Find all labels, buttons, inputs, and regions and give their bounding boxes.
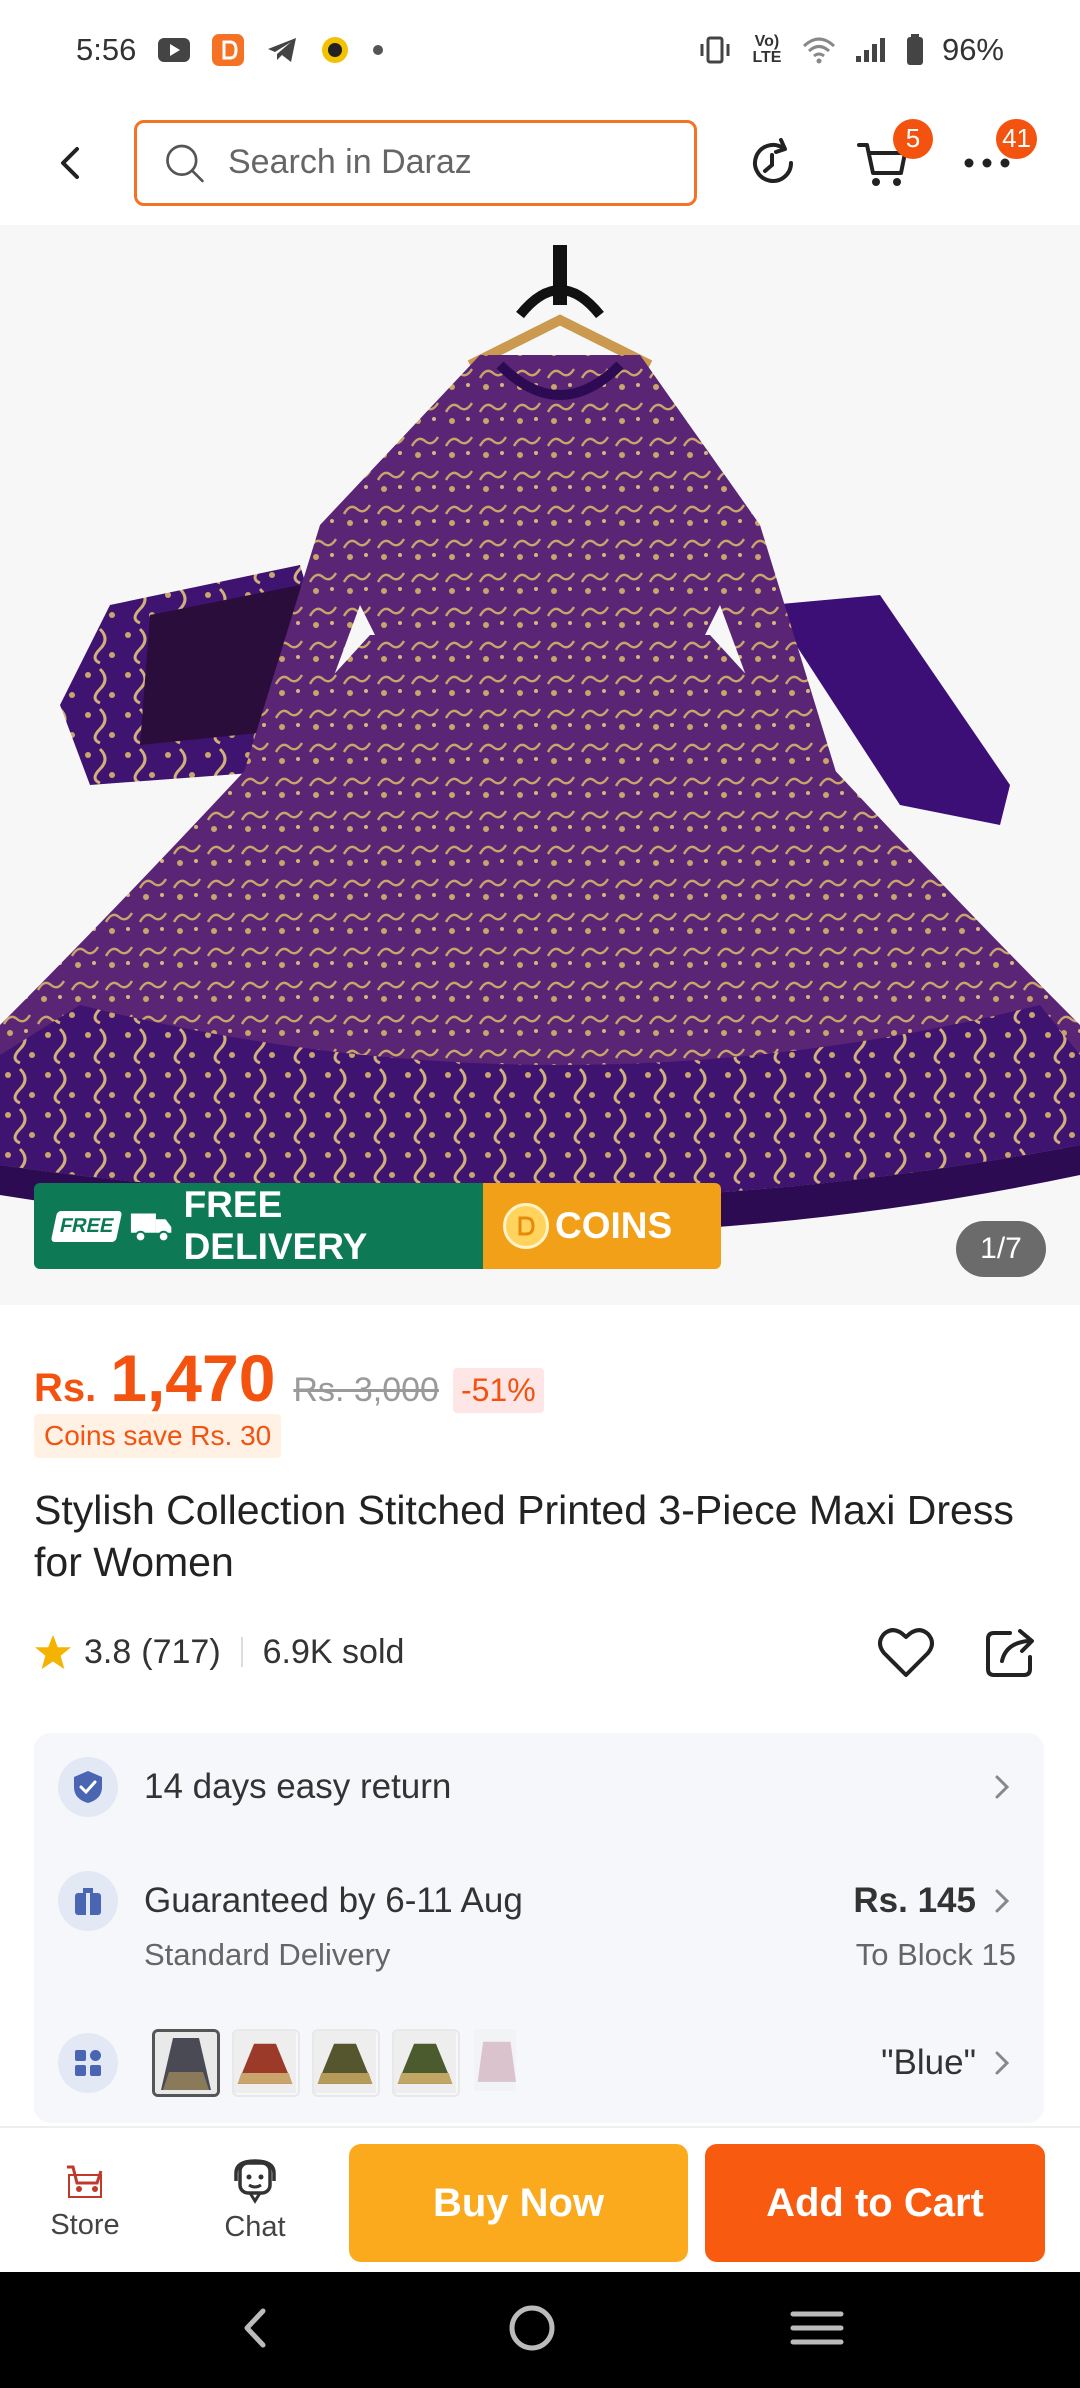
store-button[interactable]: Store xyxy=(0,2159,170,2242)
original-price: Rs. 3,000 xyxy=(293,1371,439,1409)
coins-save-badge: Coins save Rs. 30 xyxy=(34,1414,282,1458)
share-icon xyxy=(986,1629,1034,1677)
share-button[interactable] xyxy=(980,1622,1044,1682)
store-label: Store xyxy=(50,2208,120,2241)
vibrate-icon xyxy=(698,36,732,64)
chat-button[interactable]: Chat xyxy=(170,2157,340,2244)
image-counter: 1/7 xyxy=(956,1221,1046,1277)
telegram-icon xyxy=(266,36,298,64)
delivery-truck-icon xyxy=(131,1213,172,1243)
delivery-type-text: Standard Delivery xyxy=(144,1937,391,1972)
search-bar[interactable] xyxy=(134,119,697,206)
bottom-action-bar: Store Chat Buy Now Add to Cart xyxy=(0,2126,1080,2272)
delivery-box-icon xyxy=(58,1871,118,1931)
return-policy-text: 14 days easy return xyxy=(144,1767,452,1806)
price-value: 1,470 xyxy=(110,1341,276,1415)
wifi-icon xyxy=(802,36,836,64)
buy-now-button[interactable]: Buy Now xyxy=(349,2144,688,2262)
rating-divider xyxy=(240,1637,243,1667)
status-bar: 5:56 Vo) LTE 96% xyxy=(0,0,1080,100)
more-notifications-dot-icon xyxy=(372,44,384,56)
coins-badge: COINS xyxy=(483,1183,721,1269)
delivery-row[interactable]: Guaranteed by 6-11 Aug Standard Delivery… xyxy=(58,1871,1020,1975)
notification-app-icon xyxy=(320,35,350,65)
wishlist-button[interactable] xyxy=(874,1622,938,1682)
product-photo xyxy=(0,225,1080,1305)
volte-label: Vo) LTE xyxy=(752,33,782,66)
status-right: Vo) LTE 96% xyxy=(698,32,1004,68)
chevron-right-icon xyxy=(995,2051,1010,2075)
daraz-app-icon xyxy=(212,34,245,66)
variants-grid-icon xyxy=(58,2033,118,2093)
messages-count-badge: 41 xyxy=(996,118,1037,159)
service-info-card: 14 days easy return Guaranteed by 6-11 A… xyxy=(34,1733,1044,2123)
chat-agent-icon xyxy=(234,2158,276,2204)
search-icon xyxy=(166,144,204,182)
nav-recents-icon xyxy=(790,2311,844,2344)
shipping-destination: To Block 15 xyxy=(855,1937,1016,1972)
coins-label: COINS xyxy=(555,1205,673,1246)
chat-label: Chat xyxy=(224,2210,286,2243)
product-image-gallery[interactable]: FREE FREE DELIVERY COINS 1/7 xyxy=(0,225,1080,1305)
nav-back-icon xyxy=(244,2308,266,2347)
system-nav-bar xyxy=(0,2272,1080,2388)
free-tag-label: FREE xyxy=(50,1210,123,1242)
sold-count: 6.9K sold xyxy=(262,1632,405,1671)
cart-button[interactable]: 5 xyxy=(843,118,933,203)
history-refresh-icon xyxy=(753,137,793,183)
signal-icon xyxy=(854,36,888,64)
variant-thumb-red[interactable] xyxy=(232,2029,300,2097)
heart-icon xyxy=(878,1628,934,1677)
battery-icon xyxy=(906,34,924,66)
back-arrow-icon xyxy=(61,146,79,179)
nav-home-button[interactable] xyxy=(504,2300,560,2361)
free-delivery-badge: FREE FREE DELIVERY xyxy=(34,1183,483,1269)
delivery-text-group: Guaranteed by 6-11 Aug Standard Delivery xyxy=(144,1871,523,1975)
back-button[interactable] xyxy=(30,123,110,203)
variant-thumbnails xyxy=(152,2029,518,2097)
nav-back-button[interactable] xyxy=(235,2303,275,2358)
price-row: Rs. 1,470 Rs. 3,000 -51% xyxy=(34,1340,544,1416)
cart-count-badge: 5 xyxy=(893,118,933,159)
variant-thumb-olive[interactable] xyxy=(312,2029,380,2097)
nav-recents-button[interactable] xyxy=(789,2306,845,2355)
chevron-right-icon xyxy=(995,1775,1010,1799)
variant-row[interactable]: "Blue" xyxy=(58,2029,1020,2097)
search-input[interactable] xyxy=(228,143,668,182)
variant-thumb-blue[interactable] xyxy=(152,2029,220,2097)
history-button[interactable] xyxy=(733,123,813,203)
discount-badge: -51% xyxy=(452,1368,544,1413)
variant-thumb-pink[interactable] xyxy=(472,2029,518,2097)
return-policy-row[interactable]: 14 days easy return xyxy=(58,1757,1020,1817)
nav-home-icon xyxy=(509,2305,555,2350)
rating-count[interactable]: (717) xyxy=(141,1633,220,1672)
rating-value[interactable]: 3.8 xyxy=(84,1633,131,1672)
shipping-fee: Rs. 145 xyxy=(853,1881,976,1920)
star-icon xyxy=(34,1634,72,1670)
chevron-right-icon xyxy=(995,1889,1010,1913)
status-left: 5:56 xyxy=(76,32,384,68)
variant-thumb-green[interactable] xyxy=(392,2029,460,2097)
shield-check-icon xyxy=(58,1757,118,1817)
rating-row: 3.8 (717) 6.9K sold xyxy=(34,1622,1044,1682)
free-delivery-label: FREE DELIVERY xyxy=(183,1184,368,1267)
coin-icon xyxy=(503,1203,549,1249)
promo-banner[interactable]: FREE FREE DELIVERY COINS xyxy=(34,1183,721,1269)
selected-variant-value: "Blue" xyxy=(881,2043,976,2082)
store-logo-icon xyxy=(67,2165,103,2198)
youtube-icon xyxy=(158,38,191,62)
product-title: Stylish Collection Stitched Printed 3-Pi… xyxy=(34,1487,1014,1585)
volte-icon: Vo) LTE xyxy=(750,34,784,66)
delivery-guarantee-text: Guaranteed by 6-11 Aug xyxy=(144,1881,523,1920)
more-options-button[interactable]: 41 xyxy=(947,118,1037,203)
top-header: 5 41 xyxy=(0,100,1080,225)
price-currency: Rs. xyxy=(34,1366,97,1410)
status-time: 5:56 xyxy=(76,32,137,67)
battery-percent: 96% xyxy=(941,32,1004,67)
add-to-cart-button[interactable]: Add to Cart xyxy=(705,2144,1045,2262)
